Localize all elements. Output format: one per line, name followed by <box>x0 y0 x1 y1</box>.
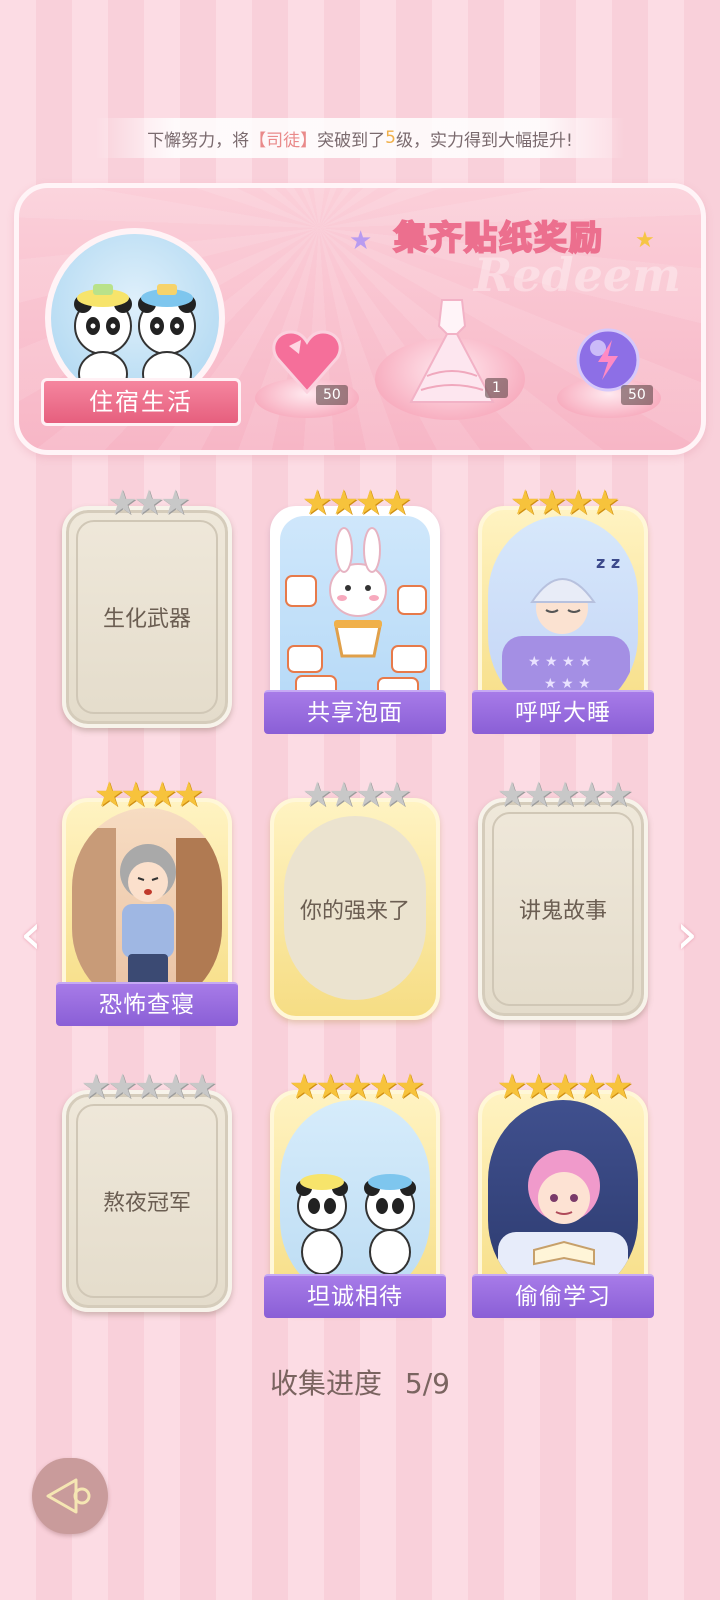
sticker-card[interactable]: ★★★★★ 讲鬼故事 <box>478 778 648 1020</box>
collection-name-ribbon: 住宿生活 <box>41 378 241 426</box>
star-icon: ★ <box>288 1067 320 1107</box>
star-rating: ★★★★ <box>478 486 648 520</box>
sticker-card[interactable]: ★★★★ 你的强来了 <box>270 778 440 1020</box>
boy-studying-illustration <box>488 1100 638 1300</box>
marquee-level: 5 <box>385 128 396 148</box>
reward-count: 50 <box>316 385 348 405</box>
card-label: 讲鬼故事 <box>518 899 607 924</box>
reward-count: 50 <box>621 385 653 405</box>
star-icon: ★ <box>302 775 333 815</box>
collection-progress: 收集进度 5/9 <box>0 1362 720 1402</box>
marquee-middle: 突破到了 <box>317 130 386 151</box>
star-icon: ★ <box>355 775 386 815</box>
star-icon: ★ <box>147 775 178 815</box>
progress-value: 5/9 <box>404 1367 450 1400</box>
sticker-card[interactable]: ★★★ 生化武器 <box>62 486 232 728</box>
card-label: 共享泡面 <box>264 690 446 734</box>
star-icon: ★ <box>576 1067 607 1107</box>
star-icon: ★ <box>341 1067 373 1107</box>
prev-page-arrow-icon[interactable]: ‹ <box>14 905 48 965</box>
star-rating: ★★★★★ <box>62 1070 232 1104</box>
card-label: 恐怖查寝 <box>56 982 238 1026</box>
banner-title: 集齐贴纸奖励 <box>393 217 604 258</box>
star-icon: ★ <box>186 1067 218 1107</box>
star-icon: ★ <box>328 775 360 815</box>
star-icon: ★ <box>160 1067 191 1107</box>
star-icon: ★ <box>302 483 333 523</box>
star-icon: ★ <box>523 775 554 815</box>
star-icon: ★ <box>120 775 152 815</box>
back-button[interactable] <box>32 1458 108 1534</box>
marquee-player-name: 【司徒】 <box>249 130 318 151</box>
star-icon: ★ <box>549 775 581 815</box>
sticker-card[interactable]: ★ ★ ★ ★ ★ ★ ★ z z ★★★★ 呼呼大睡 <box>472 486 654 734</box>
star-icon: ★ <box>394 1067 426 1107</box>
star-icon: ★ <box>355 483 386 523</box>
pink-dress-icon[interactable] <box>407 296 497 406</box>
sticker-card[interactable]: ★★★★ 共享泡面 <box>264 486 446 734</box>
purple-energy-orb-icon[interactable] <box>574 326 642 394</box>
sticker-card[interactable]: ★★★★★ 熬夜冠军 <box>62 1070 232 1312</box>
next-page-arrow-icon[interactable]: › <box>670 905 704 965</box>
star-icon: ★ <box>133 483 165 523</box>
star-icon: ★ <box>510 483 541 523</box>
star-icon: ★ <box>536 483 568 523</box>
star-rating: ★★★★★ <box>478 1070 648 1104</box>
sticker-card[interactable]: ★★★★★ 偷偷学习 <box>472 1070 654 1318</box>
svg-text:z z: z z <box>596 553 620 572</box>
card-label: 坦诚相待 <box>264 1274 446 1318</box>
sticker-card[interactable]: ★★★★ 恐怖查寝 <box>56 778 238 1026</box>
progress-label: 收集进度 <box>270 1367 383 1400</box>
star-icon: ★ <box>549 1067 581 1107</box>
star-icon: ★ <box>80 1067 112 1107</box>
star-icon: ★ <box>107 483 138 523</box>
star-icon: ★ <box>563 483 594 523</box>
star-icon: ★ <box>576 775 607 815</box>
star-icon: ★ <box>381 483 412 523</box>
pandas-icon <box>74 284 196 397</box>
star-icon: ★ <box>328 483 360 523</box>
star-icon: ★ <box>160 483 191 523</box>
star-rating: ★★★★ <box>62 778 232 812</box>
star-icon: ★ <box>602 1067 634 1107</box>
collection-reward-banner: Redeem ★ 集齐贴纸奖励 ★ 住宿生活 50 1 50 <box>14 183 706 455</box>
yellow-star-icon: ★ <box>635 228 655 253</box>
star-rating: ★★★ <box>62 486 232 520</box>
card-label: 熬夜冠军 <box>102 1191 191 1216</box>
bunny-noodles-illustration <box>280 516 430 716</box>
star-icon: ★ <box>107 1067 138 1107</box>
star-icon: ★ <box>589 483 620 523</box>
sticker-card[interactable]: ★★★★★ 坦诚相待 <box>264 1070 446 1318</box>
star-icon: ★ <box>94 775 125 815</box>
reward-count: 1 <box>485 378 508 398</box>
svg-text:★ ★ ★ ★: ★ ★ ★ ★ <box>528 654 592 670</box>
card-label: 生化武器 <box>102 607 191 632</box>
star-icon: ★ <box>496 1067 528 1107</box>
star-rating: ★★★★ <box>270 778 440 812</box>
marquee-suffix: 级，实力得到大幅提升! <box>396 130 573 151</box>
card-label: 偷偷学习 <box>472 1274 654 1318</box>
star-icon: ★ <box>315 1067 346 1107</box>
marquee-prefix: 下懈努力，将 <box>147 130 250 151</box>
star-icon: ★ <box>602 775 634 815</box>
card-label: 你的强来了 <box>299 899 410 924</box>
boy-sleeping-illustration: ★ ★ ★ ★ ★ ★ ★ z z <box>488 516 638 716</box>
star-rating: ★★★★★ <box>478 778 648 812</box>
star-icon: ★ <box>173 775 204 815</box>
dorm-auntie-illustration <box>72 808 222 1008</box>
star-icon: ★ <box>381 775 412 815</box>
purple-star-icon: ★ <box>349 226 373 256</box>
pandas-bath-illustration <box>280 1100 430 1300</box>
star-icon: ★ <box>368 1067 399 1107</box>
star-rating: ★★★★ <box>270 486 440 520</box>
star-rating: ★★★★★ <box>270 1070 440 1104</box>
card-label: 呼呼大睡 <box>472 690 654 734</box>
star-icon: ★ <box>523 1067 554 1107</box>
back-arrow-icon <box>46 1478 91 1514</box>
announcement-marquee: 下懈努力，将 【司徒】 突破到了 5 级，实力得到大幅提升! <box>95 118 625 158</box>
star-icon: ★ <box>133 1067 165 1107</box>
star-icon: ★ <box>496 775 528 815</box>
